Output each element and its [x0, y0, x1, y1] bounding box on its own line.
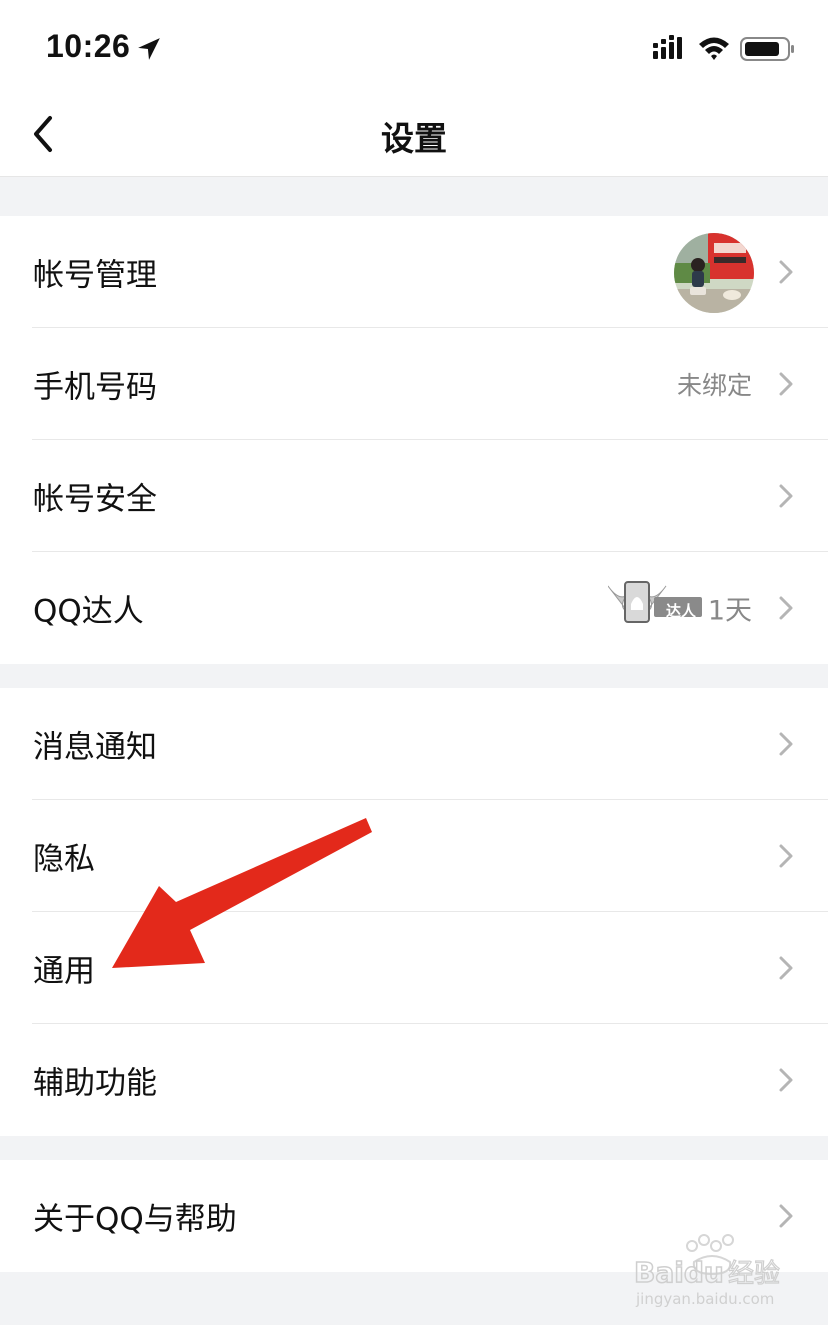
row-label: 通用	[33, 953, 95, 990]
row-general[interactable]: 通用	[0, 912, 828, 1024]
chevron-right-icon	[779, 372, 793, 396]
chevron-right-icon	[779, 844, 793, 868]
row-value: 未绑定	[676, 371, 752, 400]
location-arrow-icon	[138, 38, 160, 60]
badge-text: 达人	[666, 602, 697, 620]
row-label: 辅助功能	[33, 1065, 157, 1102]
chevron-right-icon	[779, 484, 793, 508]
svg-text:jingyan.baidu.com: jingyan.baidu.com	[635, 1290, 774, 1308]
row-qq-expert[interactable]: QQ达人 达人 1天	[0, 552, 828, 664]
status-time: 10:26	[46, 28, 131, 64]
qq-expert-badge: 达人	[608, 578, 704, 638]
chevron-right-icon	[779, 1204, 793, 1228]
row-privacy[interactable]: 隐私	[0, 800, 828, 912]
row-account-management[interactable]: 帐号管理	[0, 216, 828, 328]
chevron-right-icon	[779, 1068, 793, 1092]
row-label: 帐号安全	[33, 481, 157, 518]
chevron-right-icon	[779, 732, 793, 756]
wifi-icon	[699, 37, 729, 60]
svg-text:Baidu: Baidu	[634, 1256, 724, 1289]
row-value: 1天	[707, 595, 752, 627]
row-label: 关于QQ与帮助	[33, 1201, 237, 1238]
baidu-watermark-icon: Baidu 经验 jingyan.baidu.com	[633, 1234, 781, 1308]
avatar	[674, 233, 754, 313]
svg-text:经验: 经验	[728, 1259, 780, 1289]
settings-group-general: 消息通知 隐私 通用 辅助功能	[0, 688, 828, 1136]
row-accessibility[interactable]: 辅助功能	[0, 1024, 828, 1136]
battery-icon	[740, 37, 794, 61]
row-label: 帐号管理	[33, 257, 157, 294]
cellular-signal-icon	[653, 35, 682, 59]
row-account-security[interactable]: 帐号安全	[0, 440, 828, 552]
row-notifications[interactable]: 消息通知	[0, 688, 828, 800]
row-label: 隐私	[33, 841, 95, 878]
status-bar: 10:26	[0, 0, 828, 90]
chevron-right-icon	[779, 260, 793, 284]
chevron-right-icon	[779, 956, 793, 980]
row-label: 手机号码	[33, 369, 157, 406]
chevron-right-icon	[779, 596, 793, 620]
navigation-bar: 设置	[0, 90, 828, 177]
row-label: 消息通知	[33, 729, 157, 766]
row-label: QQ达人	[33, 593, 144, 630]
row-phone-number[interactable]: 手机号码 未绑定	[0, 328, 828, 440]
page-title: 设置	[381, 119, 447, 158]
settings-group-account: 帐号管理 手机号码 未绑定 帐号安全 QQ达人 达人 1天	[0, 216, 828, 664]
